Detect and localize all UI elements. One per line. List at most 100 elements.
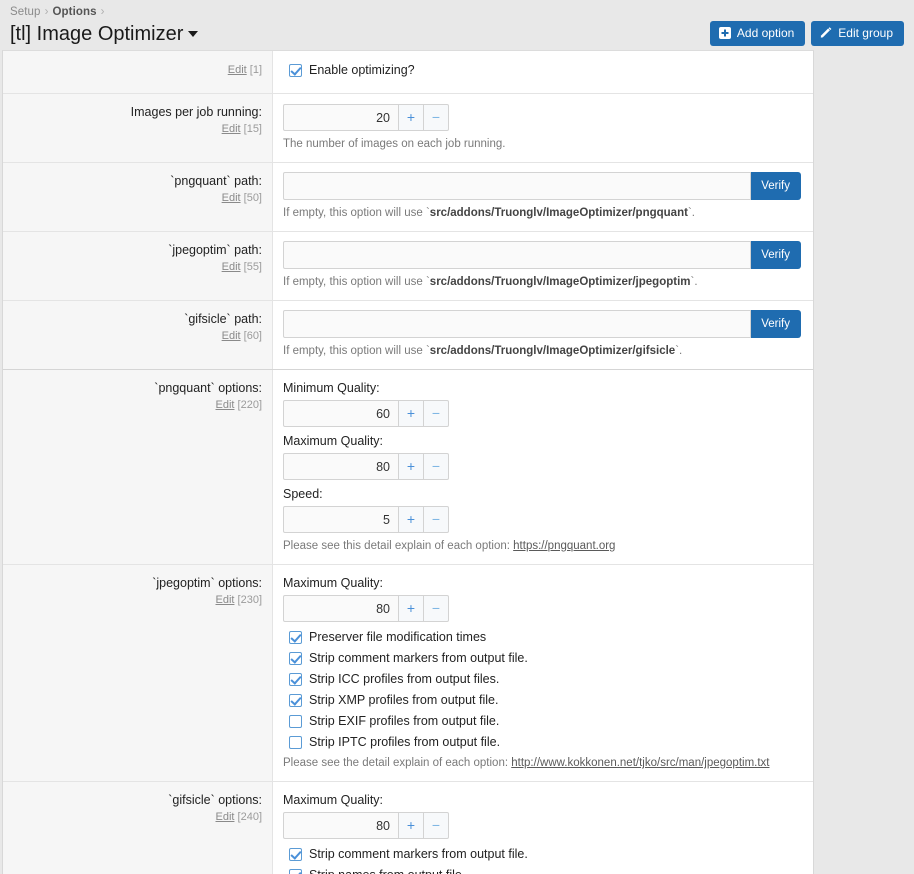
form-row-pngquant-options: `pngquant` options: Edit [220] Minimum Q… (3, 370, 813, 565)
stepper-decrement-pngquant-min-quality[interactable]: − (424, 400, 449, 427)
checkbox-row-jpegoptim-2[interactable]: Strip ICC profiles from output files. (289, 671, 801, 687)
link-pngquant-docs[interactable]: https://pngquant.org (513, 540, 615, 552)
stepper-increment-gifsicle-max-quality[interactable]: + (399, 812, 424, 839)
hint-prefix-jpegoptim-options: Please see the detail explain of each op… (283, 757, 511, 769)
checkbox-row-jpegoptim-4[interactable]: Strip EXIF profiles from output file. (289, 713, 801, 729)
stepper-pngquant-speed: + − (283, 506, 449, 533)
checkbox-row-jpegoptim-0[interactable]: Preserver file modification times (289, 629, 801, 645)
stepper-decrement-gifsicle-max-quality[interactable]: − (424, 812, 449, 839)
path-input-group-gifsicle: Verify (283, 310, 801, 338)
checkbox-label-jpegoptim-4: Strip EXIF profiles from output file. (309, 713, 499, 729)
edit-link-pngquant-options[interactable]: Edit (216, 399, 235, 411)
checkbox-jpegoptim-1[interactable] (289, 652, 302, 665)
label-jpegoptim-max-quality: Maximum Quality: (283, 575, 801, 591)
add-option-label: Add option (737, 26, 794, 40)
stepper-pngquant-max-quality: + − (283, 453, 449, 480)
checkbox-label-gifsicle-1: Strip names from output file. (309, 867, 465, 874)
checkbox-gifsicle-1[interactable] (289, 869, 302, 874)
verify-button-pngquant[interactable]: Verify (751, 172, 801, 200)
checkbox-enable-optimizing[interactable] (289, 64, 302, 77)
label-pngquant-options: `pngquant` options: (11, 380, 262, 396)
stepper-decrement-pngquant-max-quality[interactable]: − (424, 453, 449, 480)
pencil-icon (820, 27, 832, 39)
checkbox-row-jpegoptim-3[interactable]: Strip XMP profiles from output file. (289, 692, 801, 708)
hint-suffix-pngquant: `. (688, 207, 695, 219)
form-row-gifsicle-options: `gifsicle` options: Edit [240] Maximum Q… (3, 782, 813, 874)
checkbox-row-jpegoptim-5[interactable]: Strip IPTC profiles from output file. (289, 734, 801, 750)
input-gifsicle-max-quality[interactable] (283, 812, 399, 839)
edit-link-gifsicle-path[interactable]: Edit (222, 330, 241, 342)
hint-pngquant-options: Please see this detail explain of each o… (283, 539, 801, 554)
hint-gifsicle-path: If empty, this option will use `src/addo… (283, 344, 801, 359)
edit-link-images-per-job[interactable]: Edit (222, 123, 241, 135)
checkbox-row-enable-optimizing[interactable]: Enable optimizing? (289, 62, 801, 78)
edit-meta-pngquant-options: Edit [220] (11, 398, 262, 412)
checkbox-gifsicle-0[interactable] (289, 848, 302, 861)
stepper-increment-jpegoptim-max-quality[interactable]: + (399, 595, 424, 622)
hint-prefix-pngquant-options: Please see this detail explain of each o… (283, 540, 513, 552)
stepper-increment-pngquant-min-quality[interactable]: + (399, 400, 424, 427)
edit-link-jpegoptim-path[interactable]: Edit (222, 261, 241, 273)
edit-group-button[interactable]: Edit group (811, 21, 904, 46)
edit-meta-gifsicle-options: Edit [240] (11, 810, 262, 824)
stepper-increment-pngquant-speed[interactable]: + (399, 506, 424, 533)
hint-pngquant-path: If empty, this option will use `src/addo… (283, 206, 801, 221)
edit-link-enable[interactable]: Edit (228, 64, 247, 76)
hint-suffix-gifsicle: `. (675, 345, 682, 357)
input-gifsicle-path[interactable] (283, 310, 751, 338)
verify-button-jpegoptim[interactable]: Verify (751, 241, 801, 269)
edit-meta-images-per-job: Edit [15] (11, 122, 262, 136)
input-pngquant-min-quality[interactable] (283, 400, 399, 427)
row-body-enable: Enable optimizing? (273, 51, 813, 93)
option-id-pngquant-options: [220] (238, 399, 262, 411)
checkbox-jpegoptim-0[interactable] (289, 631, 302, 644)
checkbox-label-jpegoptim-2: Strip ICC profiles from output files. (309, 671, 499, 687)
option-id-pngquant-path: [50] (244, 192, 262, 204)
row-body-jpegoptim-options: Maximum Quality: + − Preserver file modi… (273, 565, 813, 781)
checkbox-row-jpegoptim-1[interactable]: Strip comment markers from output file. (289, 650, 801, 666)
stepper-decrement-pngquant-speed[interactable]: − (424, 506, 449, 533)
input-pngquant-speed[interactable] (283, 506, 399, 533)
checkbox-jpegoptim-4[interactable] (289, 715, 302, 728)
options-page: Setup›Options› [tl] Image Optimizer Add … (0, 0, 914, 874)
edit-link-jpegoptim-options[interactable]: Edit (216, 594, 235, 606)
option-id-enable: [1] (250, 64, 262, 76)
edit-link-gifsicle-options[interactable]: Edit (216, 811, 235, 823)
form-row-gifsicle-path: `gifsicle` path: Edit [60] Verify If emp… (3, 301, 813, 370)
edit-meta-jpegoptim-path: Edit [55] (11, 260, 262, 274)
edit-meta-pngquant-path: Edit [50] (11, 191, 262, 205)
verify-button-gifsicle[interactable]: Verify (751, 310, 801, 338)
page-title-text: [tl] Image Optimizer (10, 23, 183, 45)
checkbox-label-jpegoptim-3: Strip XMP profiles from output file. (309, 692, 498, 708)
stepper-increment-images-per-job[interactable]: + (399, 104, 424, 131)
breadcrumb-item-setup[interactable]: Setup (10, 6, 41, 18)
stepper-increment-pngquant-max-quality[interactable]: + (399, 453, 424, 480)
input-jpegoptim-path[interactable] (283, 241, 751, 269)
chevron-down-icon[interactable] (188, 31, 198, 37)
form-row-jpegoptim-options: `jpegoptim` options: Edit [230] Maximum … (3, 565, 813, 782)
add-option-button[interactable]: Add option (710, 21, 805, 46)
input-jpegoptim-max-quality[interactable] (283, 595, 399, 622)
option-id-images-per-job: [15] (244, 123, 262, 135)
edit-link-pngquant-path[interactable]: Edit (222, 192, 241, 204)
checkbox-row-gifsicle-0[interactable]: Strip comment markers from output file. (289, 846, 801, 862)
stepper-decrement-images-per-job[interactable]: − (424, 104, 449, 131)
stepper-decrement-jpegoptim-max-quality[interactable]: − (424, 595, 449, 622)
row-body-pngquant-path: Verify If empty, this option will use `s… (273, 163, 813, 231)
checkbox-jpegoptim-2[interactable] (289, 673, 302, 686)
row-label-enable: Edit [1] (3, 51, 273, 93)
row-label-pngquant-path: `pngquant` path: Edit [50] (3, 163, 273, 231)
input-pngquant-max-quality[interactable] (283, 453, 399, 480)
checkbox-jpegoptim-5[interactable] (289, 736, 302, 749)
row-body-pngquant-options: Minimum Quality: + − Maximum Quality: + … (273, 370, 813, 564)
link-jpegoptim-docs[interactable]: http://www.kokkonen.net/tjko/src/man/jpe… (511, 757, 769, 769)
input-pngquant-path[interactable] (283, 172, 751, 200)
row-label-jpegoptim-options: `jpegoptim` options: Edit [230] (3, 565, 273, 781)
checkbox-row-gifsicle-1[interactable]: Strip names from output file. (289, 867, 801, 874)
row-label-gifsicle-options: `gifsicle` options: Edit [240] (3, 782, 273, 874)
input-images-per-job[interactable] (283, 104, 399, 131)
checkbox-jpegoptim-3[interactable] (289, 694, 302, 707)
path-input-group-jpegoptim: Verify (283, 241, 801, 269)
edit-meta-enable: Edit [1] (11, 63, 262, 77)
breadcrumb-item-options[interactable]: Options (53, 6, 97, 18)
